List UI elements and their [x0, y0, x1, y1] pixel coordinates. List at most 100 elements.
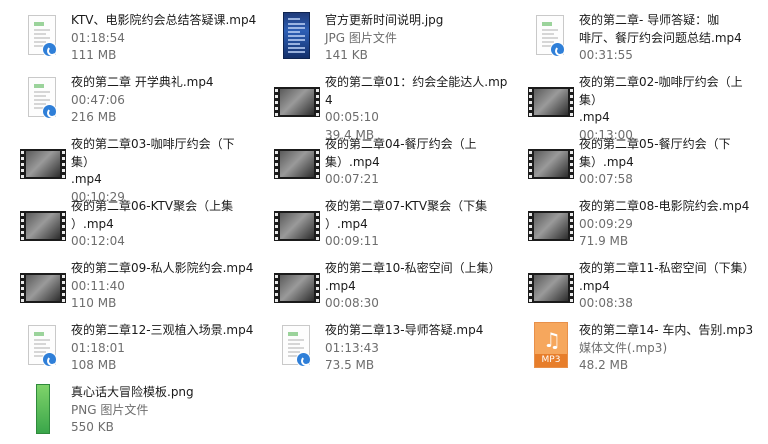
film-strip [20, 149, 66, 179]
video-thumbnail-icon [18, 136, 66, 184]
file-meta: 官方更新时间说明.jpg JPG 图片文件 141 KB [325, 12, 512, 65]
file-meta: 夜的第二章04-餐厅约会（上 集）.mp4 00:07:21 [325, 136, 512, 189]
png-file-icon [18, 384, 66, 434]
file-meta: 夜的第二章10-私密空间（上集） .mp4 00:08:30 [325, 260, 512, 313]
file-item[interactable]: 夜的第二章11-私密空间（下集） .mp4 00:08:38 [516, 254, 768, 316]
png-preview [36, 384, 50, 434]
file-item[interactable]: 夜的第二章- 导师答疑：咖 啡厅、餐厅约会问题总结.mp4 00:31:55 [516, 6, 768, 68]
film-strip [528, 211, 574, 241]
document-video-icon [18, 322, 66, 370]
player-badge-icon [550, 42, 565, 57]
file-name: KTV、电影院约会总结答疑课.mp4 [71, 13, 257, 27]
video-frame [280, 275, 314, 301]
file-meta: 夜的第二章09-私人影院约会.mp4 00:11:40 110 MB [71, 260, 258, 313]
player-badge-icon [42, 352, 57, 367]
file-item[interactable]: 夜的第二章06-KTV聚会（上集 ）.mp4 00:12:04 [8, 192, 260, 254]
file-name: 夜的第二章09-私人影院约会.mp4 [71, 261, 254, 275]
player-badge-icon [296, 352, 311, 367]
file-detail: 00:07:58 [579, 172, 633, 186]
file-item[interactable]: 夜的第二章05-餐厅约会（下 集）.mp4 00:07:58 [516, 130, 768, 192]
file-name: 夜的第二章07-KTV聚会（下集 ）.mp4 [325, 199, 488, 231]
file-detail: 00:08:38 [579, 296, 633, 310]
film-strip [528, 87, 574, 117]
file-size: 48.2 MB [579, 358, 629, 372]
file-detail: 媒体文件(.mp3) [579, 340, 668, 355]
file-size: 108 MB [71, 358, 117, 372]
file-meta: 夜的第二章06-KTV聚会（上集 ）.mp4 00:12:04 [71, 198, 258, 251]
file-item[interactable]: 夜的第二章08-电影院约会.mp4 00:09:29 71.9 MB [516, 192, 768, 254]
file-detail: 00:09:11 [325, 234, 379, 248]
file-name: 夜的第二章01：约会全能达人.mp4 [325, 75, 508, 107]
file-size: 550 KB [71, 420, 114, 434]
file-item[interactable]: 夜的第二章12-三观植入场景.mp4 01:18:01 108 MB [8, 316, 260, 378]
film-strip [528, 273, 574, 303]
video-thumbnail-icon [272, 136, 320, 184]
file-name: 夜的第二章14- 车内、告别.mp3 [579, 323, 754, 337]
file-detail: JPG 图片文件 [325, 30, 397, 45]
file-detail: 00:47:06 [71, 92, 125, 107]
file-name: 夜的第二章05-餐厅约会（下 集）.mp4 [579, 137, 731, 169]
file-detail: 00:12:04 [71, 234, 125, 248]
file-name: 夜的第二章04-餐厅约会（上 集）.mp4 [325, 137, 477, 169]
film-strip [20, 211, 66, 241]
file-name: 夜的第二章08-电影院约会.mp4 [579, 199, 750, 213]
file-item[interactable]: 夜的第二章 开学典礼.mp4 00:47:06 216 MB [8, 68, 260, 130]
video-frame [26, 275, 60, 301]
file-item[interactable]: 夜的第二章04-餐厅约会（上 集）.mp4 00:07:21 [262, 130, 514, 192]
file-name: 夜的第二章06-KTV聚会（上集 ）.mp4 [71, 199, 234, 231]
file-name: 官方更新时间说明.jpg [325, 13, 444, 27]
file-meta: 夜的第二章12-三观植入场景.mp4 01:18:01 108 MB [71, 322, 258, 375]
video-thumbnail-icon [18, 260, 66, 308]
video-thumbnail-icon [18, 198, 66, 246]
file-item[interactable]: 夜的第二章13-导师答疑.mp4 01:13:43 73.5 MB [262, 316, 514, 378]
file-detail: 01:18:01 [71, 340, 125, 355]
document-video-icon [18, 74, 66, 122]
player-badge-icon [42, 42, 57, 57]
video-thumbnail-icon [272, 260, 320, 308]
file-detail: 00:08:30 [325, 296, 379, 310]
file-item[interactable]: ♫ MP3 夜的第二章14- 车内、告别.mp3 媒体文件(.mp3) 48.2 MB [516, 316, 768, 378]
video-frame [280, 213, 314, 239]
file-grid: KTV、电影院约会总结答疑课.mp4 01:18:54 111 MB 官方更新时间说明… [0, 0, 768, 444]
video-frame [280, 151, 314, 177]
file-meta: KTV、电影院约会总结答疑课.mp4 01:18:54 111 MB [71, 12, 258, 65]
video-frame [534, 89, 568, 115]
file-item[interactable]: 夜的第二章01：约会全能达人.mp4 00:05:10 39.4 MB [262, 68, 514, 142]
file-item[interactable]: 夜的第二章09-私人影院约会.mp4 00:11:40 110 MB [8, 254, 260, 316]
file-detail: 00:05:10 [325, 110, 379, 124]
file-name: 夜的第二章03-咖啡厅约会（下集） .mp4 [71, 137, 235, 186]
file-item[interactable]: 夜的第二章07-KTV聚会（下集 ）.mp4 00:09:11 [262, 192, 514, 254]
video-thumbnail-icon [526, 198, 574, 246]
file-name: 真心话大冒险模板.png [71, 385, 194, 399]
file-meta: 夜的第二章 开学典礼.mp4 00:47:06 216 MB [71, 74, 258, 127]
file-item[interactable]: 夜的第二章03-咖啡厅约会（下集） .mp4 00:10:29 [8, 130, 260, 204]
file-meta: 夜的第二章14- 车内、告别.mp3 媒体文件(.mp3) 48.2 MB [579, 322, 766, 375]
mp3-badge: MP3 [535, 354, 567, 367]
video-frame [534, 213, 568, 239]
film-strip [20, 273, 66, 303]
image-thumbnail-icon [272, 12, 320, 60]
audio-file: ♫ MP3 [534, 322, 568, 368]
file-item[interactable]: 夜的第二章02-咖啡厅约会（上集） .mp4 00:13:00 [516, 68, 768, 142]
file-item[interactable]: 夜的第二章10-私密空间（上集） .mp4 00:08:30 [262, 254, 514, 316]
music-note-icon: ♫ [543, 328, 561, 352]
film-strip [274, 273, 320, 303]
film-strip [274, 149, 320, 179]
file-size: 71.9 MB [579, 234, 629, 248]
file-name: 夜的第二章11-私密空间（下集） .mp4 [579, 261, 755, 293]
file-detail: 00:07:21 [325, 172, 379, 186]
file-meta: 夜的第二章13-导师答疑.mp4 01:13:43 73.5 MB [325, 322, 512, 375]
video-thumbnail-icon [526, 260, 574, 308]
file-item[interactable]: 官方更新时间说明.jpg JPG 图片文件 141 KB [262, 6, 514, 68]
video-frame [534, 151, 568, 177]
file-detail: 00:31:55 [579, 48, 633, 62]
file-detail: 01:13:43 [325, 340, 379, 355]
file-item[interactable]: KTV、电影院约会总结答疑课.mp4 01:18:54 111 MB [8, 6, 260, 68]
file-meta: 夜的第二章08-电影院约会.mp4 00:09:29 71.9 MB [579, 198, 766, 251]
video-thumbnail-icon [526, 136, 574, 184]
file-size: 111 MB [71, 48, 117, 62]
file-item[interactable]: 真心话大冒险模板.png PNG 图片文件 550 KB [8, 378, 260, 440]
video-frame [26, 213, 60, 239]
file-name: 夜的第二章- 导师答疑：咖 啡厅、餐厅约会问题总结.mp4 [579, 13, 742, 45]
document-video-icon [18, 12, 66, 60]
